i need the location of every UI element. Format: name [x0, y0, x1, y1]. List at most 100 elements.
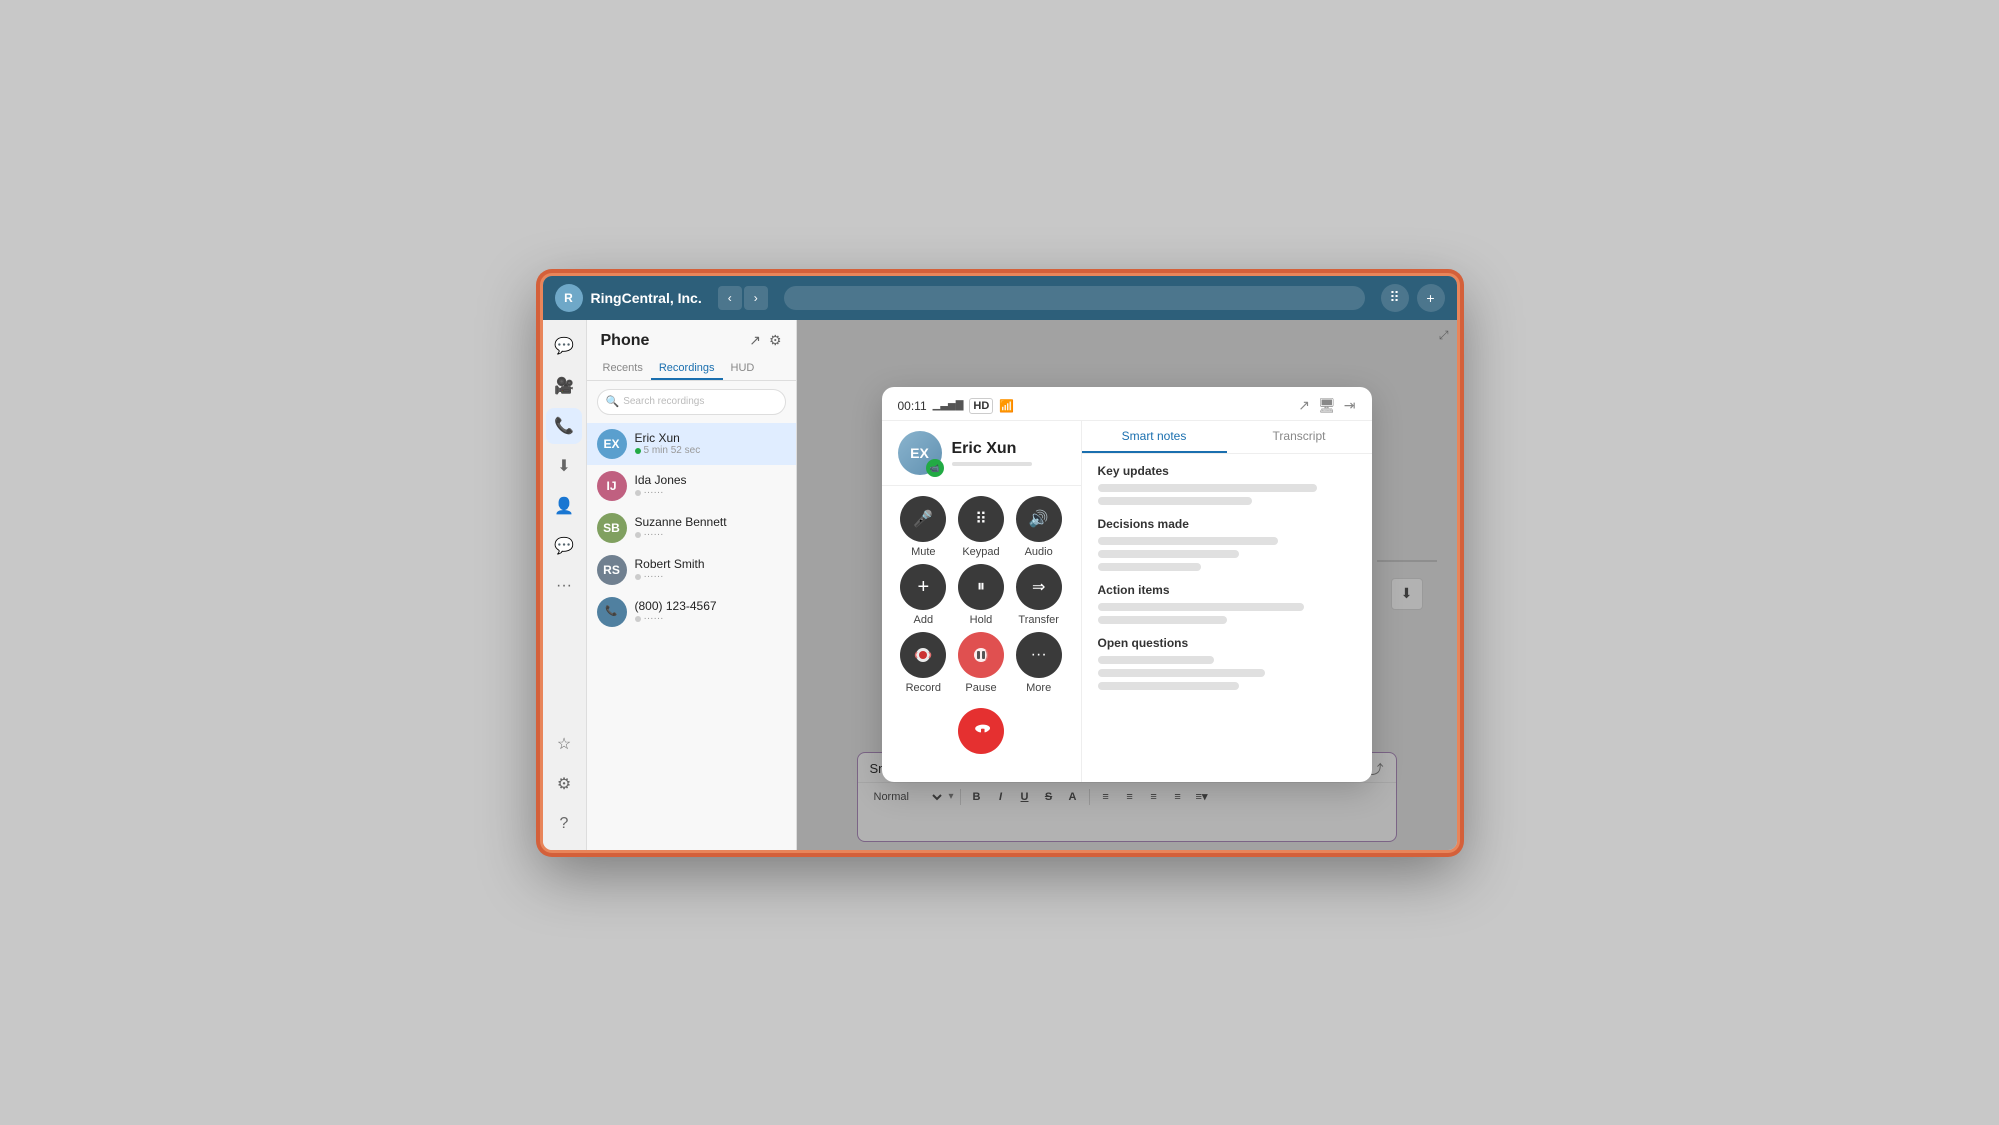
call-tabs: Smart notes Transcript	[1082, 421, 1372, 454]
tab-hud[interactable]: HUD	[723, 358, 763, 380]
call-right-panel: Smart notes Transcript Key updates	[1082, 421, 1372, 782]
add-button-item[interactable]: + Add	[898, 564, 950, 626]
contact-item-suzanne[interactable]: SB Suzanne Bennett ······	[587, 507, 796, 549]
skeleton-line	[1098, 603, 1304, 611]
section-action-items: Action items	[1098, 583, 1356, 624]
end-call-button[interactable]	[958, 708, 1004, 754]
contact-status: ······	[635, 613, 786, 624]
sidebar-icon-help[interactable]: ?	[546, 806, 582, 842]
monitor-icon[interactable]: 🖥	[1318, 397, 1336, 414]
tab-transcript[interactable]: Transcript	[1227, 421, 1372, 453]
skeleton-line	[1098, 484, 1317, 492]
sidebar: 💬 🎥 📞 ⬇ 👤 💬 ··· ☆ ⚙ ?	[543, 320, 587, 850]
call-time-info: 00:11 ▁▃▅▇ HD 📶	[898, 398, 1015, 414]
contact-status: ······	[635, 529, 786, 540]
mute-label: Mute	[911, 546, 935, 558]
section-title: Action items	[1098, 583, 1356, 597]
status-dot	[635, 448, 641, 454]
contact-info: (800) 123-4567 ······	[635, 599, 786, 624]
search-icon: 🔍	[606, 395, 620, 408]
sidebar-icon-settings[interactable]: ⚙	[546, 766, 582, 802]
more-button-item[interactable]: ··· More	[1013, 632, 1065, 694]
sidebar-icon-contacts[interactable]: 👤	[546, 488, 582, 524]
call-left-panel: EX 📹 Eric Xun	[882, 421, 1082, 782]
sidebar-icon-chat[interactable]: 💬	[546, 528, 582, 564]
call-dialog-inner: EX 📹 Eric Xun	[882, 421, 1372, 782]
skeleton-line	[1098, 656, 1214, 664]
section-decisions: Decisions made	[1098, 517, 1356, 571]
section-key-updates: Key updates	[1098, 464, 1356, 505]
search-recordings[interactable]: 🔍 Search recordings	[597, 389, 786, 415]
contact-name: Robert Smith	[635, 557, 786, 571]
keypad-button-item[interactable]: ⠿ Keypad	[955, 496, 1007, 558]
add-label: Add	[914, 614, 934, 626]
mute-btn-circle: 🎤	[900, 496, 946, 542]
app-window: R RingCentral, Inc. ‹ › ⠿ + 💬 🎥 📞 ⬇ 👤 💬 …	[540, 273, 1460, 853]
contact-list: EX Eric Xun 5 min 52 sec IJ Ida Jones	[587, 423, 796, 850]
sidebar-icon-download[interactable]: ⬇	[546, 448, 582, 484]
forward-icon[interactable]: ⇥	[1344, 397, 1356, 414]
search-bar[interactable]	[784, 286, 1365, 310]
skeleton-line	[1098, 497, 1253, 505]
sidebar-bottom: ☆ ⚙ ?	[546, 726, 582, 842]
grid-button[interactable]: ⠿	[1381, 284, 1409, 312]
more-label: More	[1026, 682, 1051, 694]
record-btn-circle	[900, 632, 946, 678]
contact-avatar: SB	[597, 513, 627, 543]
sidebar-icon-message[interactable]: 💬	[546, 328, 582, 364]
sidebar-icon-more[interactable]: ···	[546, 568, 582, 604]
status-dot	[635, 490, 641, 496]
contact-item-800[interactable]: 📞 (800) 123-4567 ······	[587, 591, 796, 633]
contact-item-robert[interactable]: RS Robert Smith ······	[587, 549, 796, 591]
audio-btn-circle: 🔊	[1016, 496, 1062, 542]
skeleton-line	[1098, 682, 1240, 690]
contact-avatar: IJ	[597, 471, 627, 501]
phone-settings-icon[interactable]: ⚙	[769, 332, 782, 349]
external-link-icon[interactable]: ↗	[749, 332, 761, 349]
hd-badge: HD	[969, 398, 993, 414]
sidebar-icon-star[interactable]: ☆	[546, 726, 582, 762]
section-open-questions: Open questions	[1098, 636, 1356, 690]
mute-button-item[interactable]: 🎤 Mute	[898, 496, 950, 558]
sidebar-icon-video[interactable]: 🎥	[546, 368, 582, 404]
contact-item-eric-xun[interactable]: EX Eric Xun 5 min 52 sec	[587, 423, 796, 465]
tab-recents[interactable]: Recents	[595, 358, 651, 380]
pause-button-item[interactable]: Pause	[955, 632, 1007, 694]
transfer-label: Transfer	[1018, 614, 1059, 626]
sidebar-icon-phone[interactable]: 📞	[546, 408, 582, 444]
wifi-icon: 📶	[999, 399, 1014, 413]
skeleton-line	[1098, 563, 1201, 571]
tab-smart-notes[interactable]: Smart notes	[1082, 421, 1227, 453]
contact-avatar: 📞	[597, 597, 627, 627]
back-button[interactable]: ‹	[718, 286, 742, 310]
hold-btn-circle: ⏸	[958, 564, 1004, 610]
tab-recordings[interactable]: Recordings	[651, 358, 723, 380]
contact-avatar: EX	[597, 429, 627, 459]
contact-status: ······	[635, 571, 786, 582]
record-label: Record	[906, 682, 941, 694]
phone-tabs: Recents Recordings HUD	[587, 358, 796, 381]
call-timer: 00:11	[898, 399, 927, 413]
call-header-icons: ↗ 🖥 ⇥	[1298, 397, 1355, 414]
call-buttons: 🎤 Mute ⠿ Keypad 🔊	[882, 486, 1081, 704]
popup-icon[interactable]: ↗	[1298, 397, 1310, 414]
transfer-btn-circle: ⇒	[1016, 564, 1062, 610]
hold-button-item[interactable]: ⏸ Hold	[955, 564, 1007, 626]
caller-info: Eric Xun	[952, 440, 1032, 466]
phone-panel: Phone ↗ ⚙ Recents Recordings HUD 🔍 Searc…	[587, 320, 797, 850]
main-content: 💬 🎥 📞 ⬇ 👤 💬 ··· ☆ ⚙ ? Phone ↗ ⚙	[543, 320, 1457, 850]
call-dialog: 00:11 ▁▃▅▇ HD 📶 ↗ 🖥 ⇥	[882, 387, 1372, 782]
search-placeholder: Search recordings	[623, 396, 704, 407]
contact-avatar: RS	[597, 555, 627, 585]
transfer-button-item[interactable]: ⇒ Transfer	[1013, 564, 1065, 626]
skeleton-line	[1098, 616, 1227, 624]
status-dot	[635, 574, 641, 580]
forward-button[interactable]: ›	[744, 286, 768, 310]
skeleton-line	[1098, 550, 1240, 558]
smart-notes-content: Key updates Decisions made	[1082, 454, 1372, 712]
contact-item-ida-jones[interactable]: IJ Ida Jones ······	[587, 465, 796, 507]
audio-button-item[interactable]: 🔊 Audio	[1013, 496, 1065, 558]
record-button-item[interactable]: Record	[898, 632, 950, 694]
contact-status: ······	[635, 487, 786, 498]
add-button[interactable]: +	[1417, 284, 1445, 312]
